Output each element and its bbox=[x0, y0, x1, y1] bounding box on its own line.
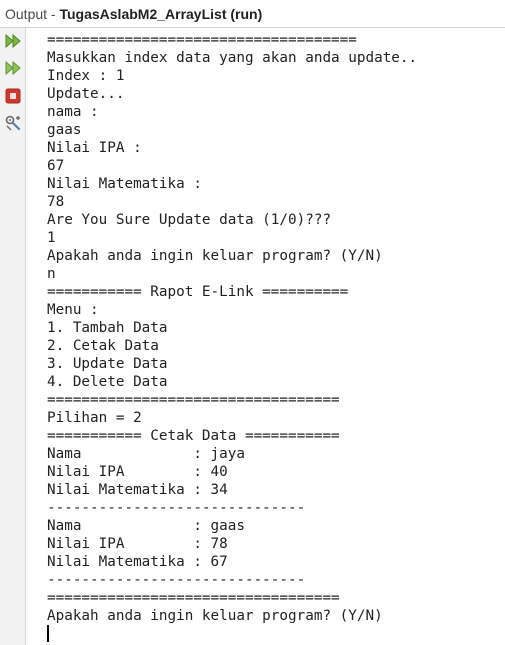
console-line: Update... bbox=[47, 86, 125, 102]
console-line: Nilai IPA : 78 bbox=[47, 536, 228, 552]
console-line: 4. Delete Data bbox=[47, 374, 168, 390]
output-side-toolbar bbox=[0, 28, 26, 645]
settings-button[interactable] bbox=[4, 114, 22, 132]
console-line: Nilai Matematika : 67 bbox=[47, 554, 228, 570]
console-line: Nilai IPA : 40 bbox=[47, 464, 228, 480]
console-line: Apakah anda ingin keluar program? (Y/N) bbox=[47, 248, 383, 264]
console-line: =========== Cetak Data =========== bbox=[47, 428, 340, 444]
console-line: nama : bbox=[47, 104, 99, 120]
console-line: Nama : gaas bbox=[47, 518, 245, 534]
output-window: Output - TugasAslabM2_ArrayList (run) ==… bbox=[0, 0, 505, 645]
console-line: Apakah anda ingin keluar program? (Y/N) bbox=[47, 608, 383, 624]
rerun-with-options-icon bbox=[5, 60, 21, 76]
console-output-area[interactable]: ==================================== Masu… bbox=[26, 28, 505, 645]
text-cursor bbox=[47, 625, 49, 642]
console-line: ==================================== bbox=[47, 32, 357, 48]
console-line: 78 bbox=[47, 194, 65, 210]
console-line: 2. Cetak Data bbox=[47, 338, 159, 354]
console-line: Nilai Matematika : bbox=[47, 176, 202, 192]
console-line: =========== Rapot E-Link ========== bbox=[47, 284, 349, 300]
console-line: ------------------------------ bbox=[47, 500, 306, 516]
console-line: Masukkan index data yang akan anda updat… bbox=[47, 50, 418, 66]
settings-icon bbox=[5, 115, 21, 131]
console-line: Pilihan = 2 bbox=[47, 410, 142, 426]
console-line: ------------------------------ bbox=[47, 572, 306, 588]
console-line: Are You Sure Update data (1/0)??? bbox=[47, 212, 332, 228]
console-line: ================================== bbox=[47, 392, 340, 408]
stop-button[interactable] bbox=[4, 87, 22, 105]
console-line: ================================== bbox=[47, 590, 340, 606]
console-line: n bbox=[47, 266, 56, 282]
rerun-with-options-button[interactable] bbox=[4, 59, 22, 77]
output-title-project: TugasAslabM2_ArrayList (run) bbox=[59, 6, 263, 22]
rerun-icon bbox=[5, 33, 21, 49]
rerun-button[interactable] bbox=[4, 32, 22, 50]
output-title-bar[interactable]: Output - TugasAslabM2_ArrayList (run) bbox=[0, 0, 505, 28]
console-line: 3. Update Data bbox=[47, 356, 168, 372]
console-line: gaas bbox=[47, 122, 82, 138]
console-line: 1. Tambah Data bbox=[47, 320, 168, 336]
console-line: Index : 1 bbox=[47, 68, 125, 84]
stop-icon bbox=[5, 88, 21, 104]
console-line: Menu : bbox=[47, 302, 99, 318]
console-line: Nama : jaya bbox=[47, 446, 245, 462]
console-text: ==================================== Masu… bbox=[47, 31, 417, 643]
output-title-prefix: Output - bbox=[5, 6, 60, 22]
console-line: 1 bbox=[47, 230, 56, 246]
console-input-line[interactable] bbox=[47, 625, 417, 643]
console-line: Nilai IPA : bbox=[47, 140, 142, 156]
console-line: Nilai Matematika : 34 bbox=[47, 482, 228, 498]
console-line: 67 bbox=[47, 158, 65, 174]
